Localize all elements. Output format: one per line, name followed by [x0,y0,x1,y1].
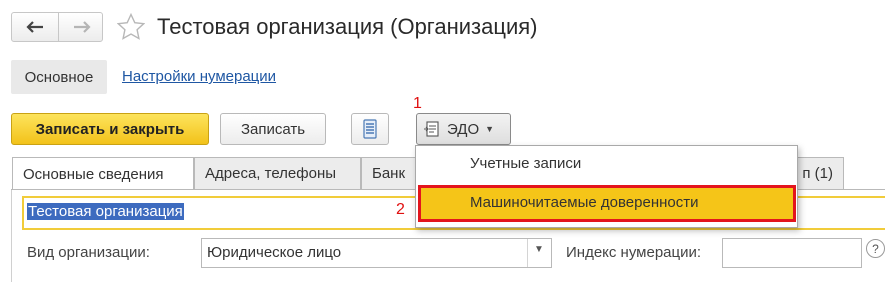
back-button[interactable] [12,13,57,41]
nav-button-group [11,12,103,42]
arrow-left-icon [25,21,43,33]
index-input[interactable] [722,238,862,268]
org-type-value: Юридическое лицо [207,244,342,261]
edo-document-icon [424,121,439,137]
edo-menu-button[interactable]: ЭДО ▼ [416,113,511,145]
help-icon[interactable]: ? [866,239,885,258]
save-and-close-button[interactable]: Записать и закрыть [11,113,209,145]
organization-name-value: Тестовая организация [27,203,184,220]
favorite-star-icon[interactable] [116,12,146,45]
index-label: Индекс нумерации: [566,244,702,261]
tab-banks[interactable]: Банк [361,157,421,189]
menu-item-machine-readable-poa[interactable]: Машиночитаемые доверенности [470,194,698,211]
edo-button-label: ЭДО [447,120,480,138]
arrow-right-icon [73,21,91,33]
tab-addresses-phones[interactable]: Адреса, телефоны [194,157,361,189]
org-type-label: Вид организации: [27,244,150,261]
chevron-down-icon: ▼ [485,124,495,134]
tab-main-info[interactable]: Основные сведения [12,157,194,190]
document-list-icon [363,119,377,139]
form-border [11,190,12,282]
step-marker-2: 2 [396,201,405,218]
chevron-down-icon[interactable]: ▼ [534,244,544,255]
save-button[interactable]: Записать [220,113,326,145]
section-numbering-link[interactable]: Настройки нумерации [122,68,276,85]
select-divider [527,239,528,267]
document-list-button[interactable] [351,113,389,145]
step-marker-1: 1 [413,95,422,112]
window-title: Тестовая организация (Организация) [157,14,538,39]
menu-item-accounts[interactable]: Учетные записи [470,155,581,172]
forward-button[interactable] [58,13,104,41]
section-main[interactable]: Основное [11,60,107,94]
